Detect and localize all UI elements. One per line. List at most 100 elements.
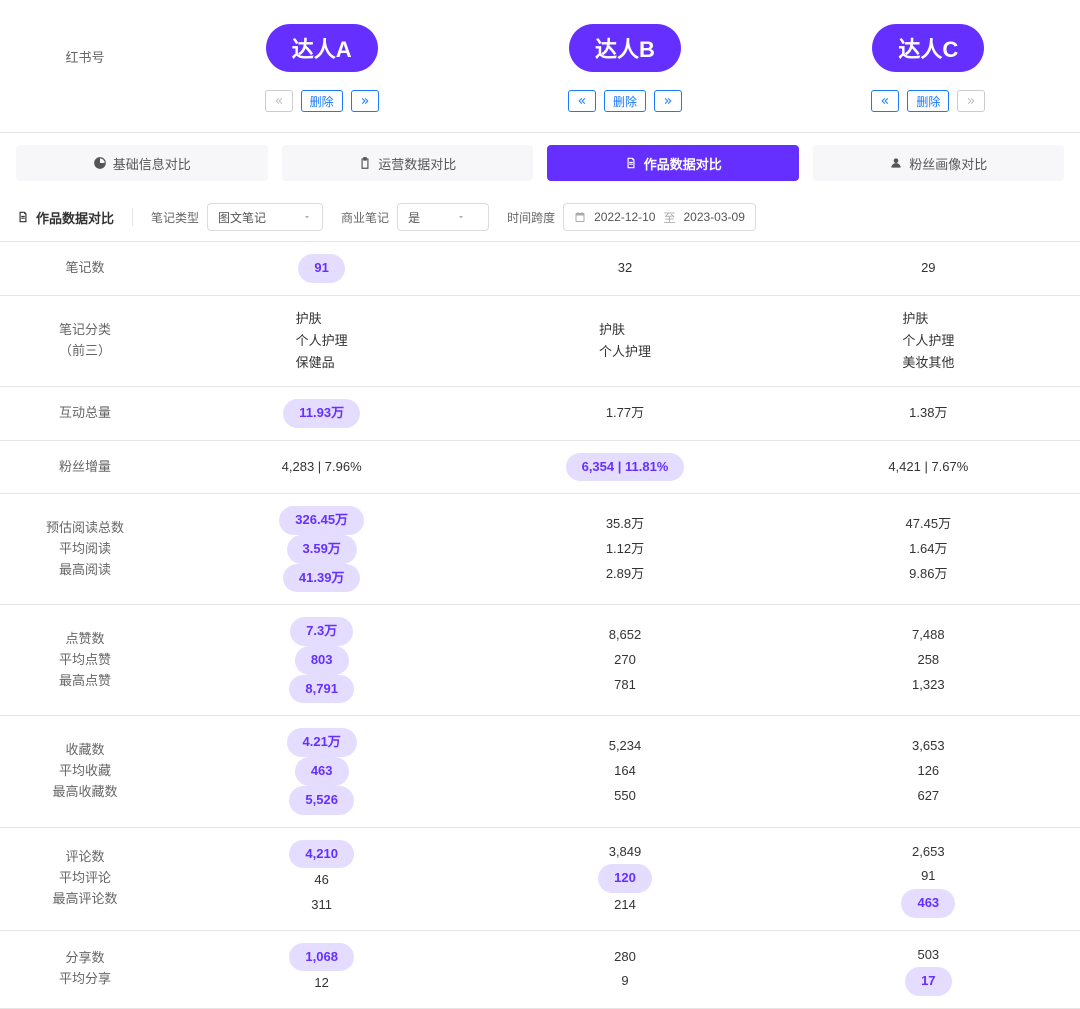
filter-label: 时间跨度 xyxy=(507,209,555,226)
row-label: 笔记分类（前三） xyxy=(0,296,170,386)
filter-biz: 商业笔记 是 xyxy=(341,203,489,231)
metric-value: 6,354 | 11.81% xyxy=(566,453,685,482)
metric-value: 550 xyxy=(614,784,636,809)
metric-value: 258 xyxy=(917,648,939,673)
metric-value: 463 xyxy=(295,757,349,786)
chevron-double-left-icon xyxy=(879,95,891,107)
data-cell: 8,652270781 xyxy=(473,605,776,715)
tab-label: 粉丝画像对比 xyxy=(909,154,987,173)
tab-document[interactable]: 作品数据对比 xyxy=(547,145,799,181)
data-cell: 6,354 | 11.81% xyxy=(473,441,776,494)
prev-button xyxy=(265,90,293,112)
metric-value: 4,283 | 7.96% xyxy=(282,455,362,480)
metric-value: 781 xyxy=(614,673,636,698)
metric-value: 91 xyxy=(298,254,344,283)
table-row: 粉丝增量4,283 | 7.96%6,354 | 11.81%4,421 | 7… xyxy=(0,441,1080,495)
tab-dashboard[interactable]: 基础信息对比 xyxy=(16,145,268,181)
metric-value: 11.93万 xyxy=(283,399,360,428)
tab-bar: 基础信息对比 运营数据对比 作品数据对比 粉丝画像对比 xyxy=(0,133,1080,193)
metric-value: 1.64万 xyxy=(909,537,947,562)
metric-value: 9.86万 xyxy=(909,562,947,587)
metric-value: 4,210 xyxy=(289,840,354,869)
metric-value: 32 xyxy=(618,256,632,281)
chevron-down-icon xyxy=(302,212,312,222)
row-label: 分享数平均分享 xyxy=(0,931,170,1008)
tab-user[interactable]: 粉丝画像对比 xyxy=(813,145,1065,181)
metric-value: 29 xyxy=(921,256,935,281)
metric-value: 503 xyxy=(917,943,939,968)
metric-value: 280 xyxy=(614,945,636,970)
data-cell: 1,06812 xyxy=(170,931,473,1008)
biz-select[interactable]: 是 xyxy=(397,203,489,231)
data-cell: 11.93万 xyxy=(170,387,473,440)
row-label: 收藏数平均收藏最高收藏数 xyxy=(0,716,170,826)
metric-value: 1.38万 xyxy=(909,401,947,426)
influencer-column: 达人B 删除 xyxy=(473,0,776,132)
row-label: 评论数平均评论最高评论数 xyxy=(0,828,170,930)
metric-value: 47.45万 xyxy=(906,512,952,537)
metric-value: 3.59万 xyxy=(287,535,357,564)
delete-button[interactable]: 删除 xyxy=(301,90,343,112)
document-icon xyxy=(624,156,638,170)
metric-value: 126 xyxy=(917,759,939,784)
tab-label: 运营数据对比 xyxy=(378,154,456,173)
metric-value: 3,653 xyxy=(912,734,945,759)
data-cell: 29 xyxy=(777,242,1080,295)
calendar-icon xyxy=(574,211,586,223)
comparison-header: 红书号 达人A 删除 达人B 删除 达人C 删除 xyxy=(0,0,1080,133)
metric-value: 164 xyxy=(614,759,636,784)
influencer-column: 达人A 删除 xyxy=(170,0,473,132)
prev-button[interactable] xyxy=(568,90,596,112)
metric-value: 1,323 xyxy=(912,673,945,698)
metric-value: 3,849 xyxy=(609,840,642,865)
row-label: 粉丝增量 xyxy=(0,441,170,494)
next-button[interactable] xyxy=(351,90,379,112)
document-icon xyxy=(16,210,30,224)
clipboard-icon xyxy=(358,156,372,170)
metric-value: 41.39万 xyxy=(283,564,361,593)
delete-button[interactable]: 删除 xyxy=(907,90,949,112)
metric-value: 8,791 xyxy=(289,675,354,704)
data-cell: 5,234164550 xyxy=(473,716,776,826)
data-cell: 4,21046311 xyxy=(170,828,473,930)
data-cell: 50317 xyxy=(777,931,1080,1008)
chevron-double-left-icon xyxy=(576,95,588,107)
metric-value: 7,488 xyxy=(912,623,945,648)
metric-value: 7.3万 xyxy=(290,617,353,646)
table-row: 预估阅读总数平均阅读最高阅读326.45万3.59万41.39万35.8万1.1… xyxy=(0,494,1080,605)
category-list: 护肤个人护理 xyxy=(599,319,651,363)
filter-bar: 作品数据对比 笔记类型 图文笔记 商业笔记 是 时间跨度 2022-12-10 … xyxy=(0,193,1080,242)
metric-value: 46 xyxy=(314,868,328,893)
influencer-column: 达人C 删除 xyxy=(777,0,1080,132)
row-label: 互动总量 xyxy=(0,387,170,440)
data-cell: 护肤个人护理美妆其他 xyxy=(777,296,1080,386)
table-row: 笔记分类（前三）护肤个人护理保健品护肤个人护理护肤个人护理美妆其他 xyxy=(0,296,1080,387)
user-icon xyxy=(889,156,903,170)
metric-value: 2.89万 xyxy=(606,562,644,587)
metric-value: 17 xyxy=(905,967,951,996)
data-cell: 7.3万8038,791 xyxy=(170,605,473,715)
metric-value: 214 xyxy=(614,893,636,918)
dashboard-icon xyxy=(93,156,107,170)
metric-value: 9 xyxy=(621,969,628,994)
tab-clipboard[interactable]: 运营数据对比 xyxy=(282,145,534,181)
row-label: 笔记数 xyxy=(0,242,170,295)
metric-value: 803 xyxy=(295,646,349,675)
filter-label: 笔记类型 xyxy=(151,209,199,226)
data-cell: 1.38万 xyxy=(777,387,1080,440)
data-cell: 4,283 | 7.96% xyxy=(170,441,473,494)
metric-value: 1,068 xyxy=(289,943,354,972)
metric-value: 4.21万 xyxy=(287,728,357,757)
note-type-select[interactable]: 图文笔记 xyxy=(207,203,323,231)
data-cell: 7,4882581,323 xyxy=(777,605,1080,715)
metric-value: 311 xyxy=(311,893,332,918)
delete-button[interactable]: 删除 xyxy=(604,90,646,112)
date-range-picker[interactable]: 2022-12-10 至 2023-03-09 xyxy=(563,203,756,231)
prev-button[interactable] xyxy=(871,90,899,112)
metric-value: 120 xyxy=(598,864,652,893)
data-cell: 1.77万 xyxy=(473,387,776,440)
data-cell: 3,653126627 xyxy=(777,716,1080,826)
filter-label: 商业笔记 xyxy=(341,209,389,226)
next-button[interactable] xyxy=(654,90,682,112)
metric-value: 91 xyxy=(921,864,935,889)
